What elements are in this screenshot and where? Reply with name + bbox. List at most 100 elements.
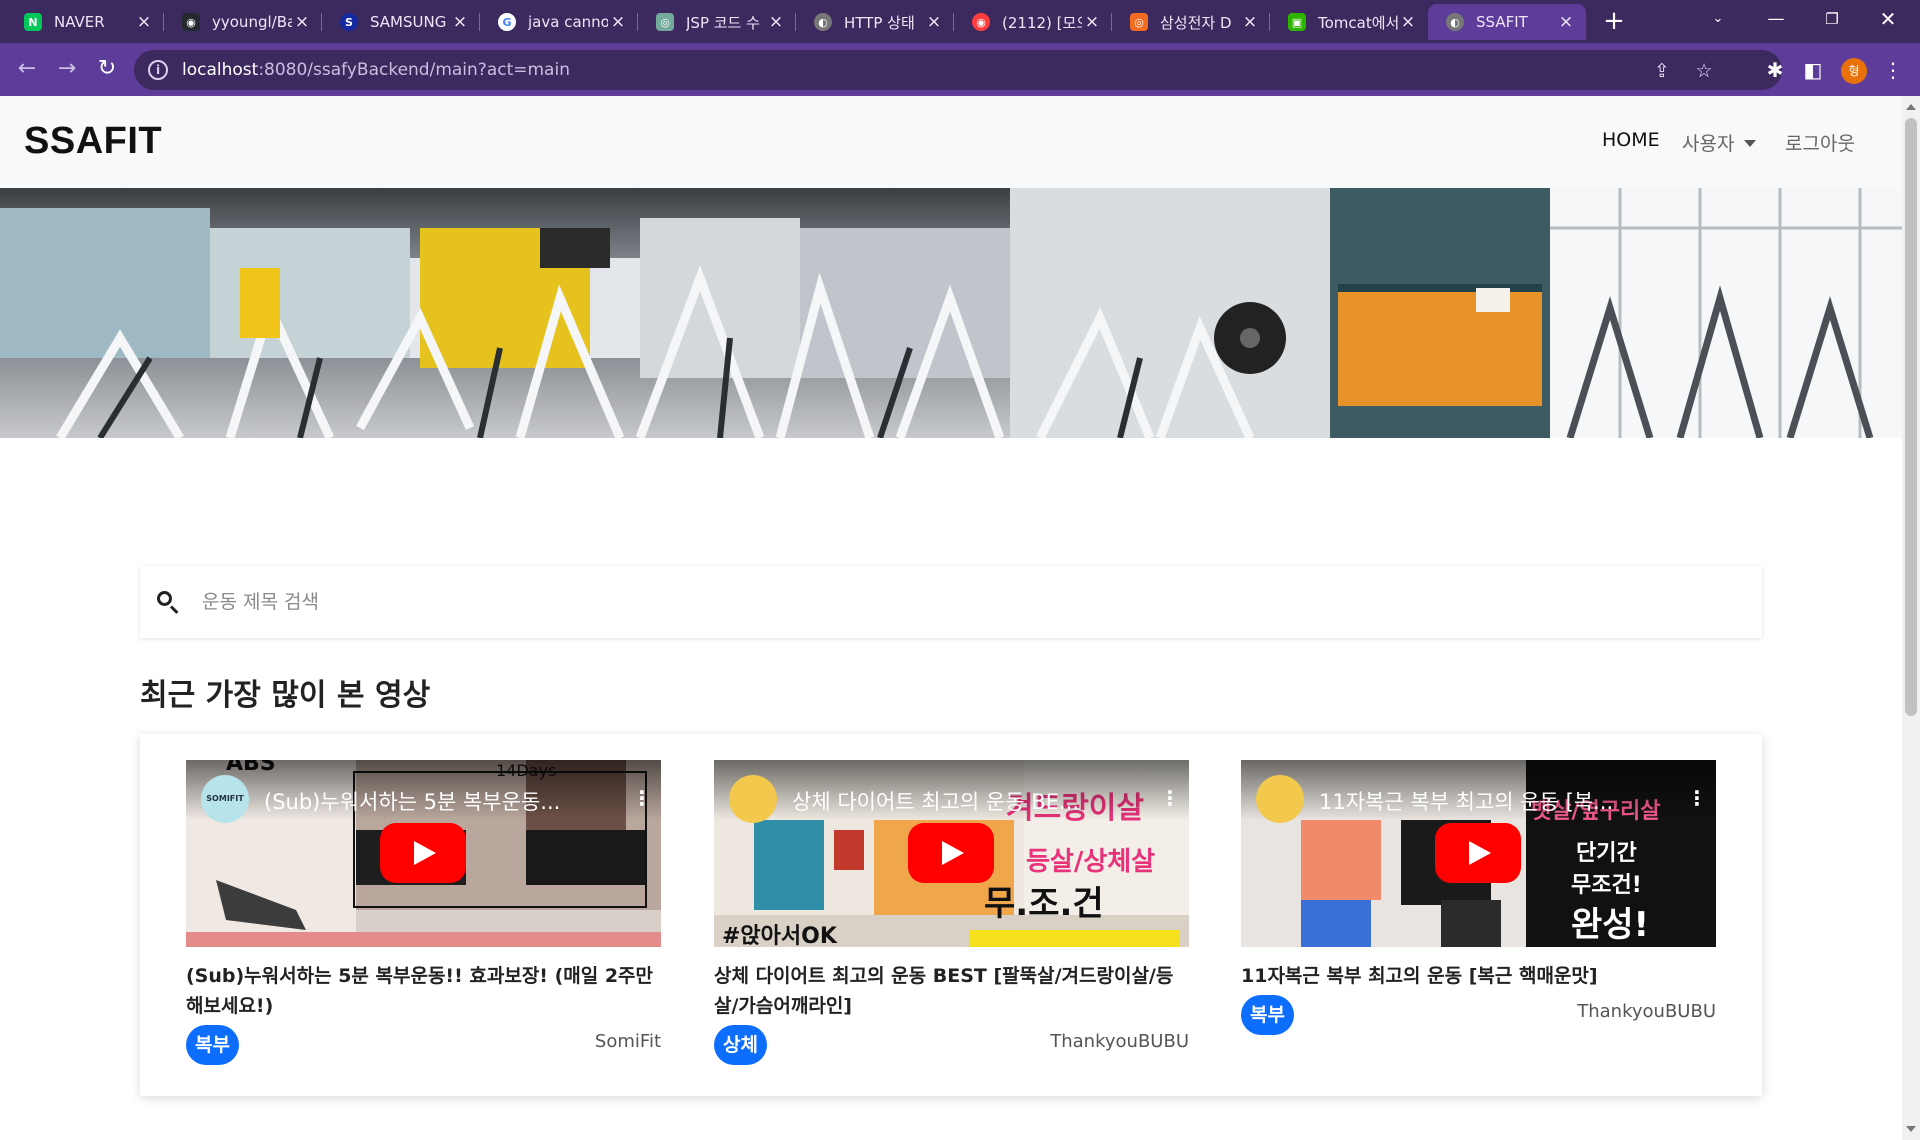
nav-user-dropdown[interactable]: 사용자 xyxy=(1682,129,1757,156)
new-tab-button[interactable]: + xyxy=(1598,6,1630,38)
channel-avatar[interactable]: SOMIFIT xyxy=(201,775,249,823)
browser-tab-active[interactable]: ◐ SSAFIT × xyxy=(1428,4,1586,40)
caret-down-icon xyxy=(1744,140,1757,147)
part-badge: 복부 xyxy=(186,1025,239,1065)
close-tab-icon[interactable]: × xyxy=(1082,12,1102,32)
browser-tab[interactable]: ◉ yyoungl/Ba × xyxy=(164,4,322,40)
side-panel-icon[interactable]: ◧ xyxy=(1800,57,1826,83)
naver-icon: N xyxy=(24,13,42,31)
video-title[interactable]: 11자복근 복부 최고의 운동 [복근 핵매운맛] xyxy=(1241,961,1716,991)
close-tab-icon[interactable]: × xyxy=(1240,12,1260,32)
video-item: 14Days ABS SOMIFIT (Sub)누워서하는 5분 복부운동...… xyxy=(186,760,661,1069)
nav-home-link[interactable]: HOME xyxy=(1602,129,1660,151)
browser-tab[interactable]: ◉ (2112) [모으 × xyxy=(954,4,1112,40)
channel-name: ThankyouBUBU xyxy=(1050,1031,1189,1052)
channel-name: SomiFit xyxy=(594,1031,661,1052)
bookmark-star-icon[interactable]: ☆ xyxy=(1692,59,1716,83)
url-path: :8080/ssafyBackend/main?act=main xyxy=(258,60,570,80)
browser-tab[interactable]: ◎ JSP 코드 수 × xyxy=(638,4,796,40)
restore-icon[interactable]: ❐ xyxy=(1806,4,1858,36)
tab-title: NAVER xyxy=(54,13,105,31)
browser-tab[interactable]: ◐ HTTP 상태 × xyxy=(796,4,954,40)
forward-icon[interactable]: → xyxy=(52,55,82,85)
page-viewport: SSAFIT HOME 사용자 로그아웃 운동 제목 검색 최근 가장 많이 본… xyxy=(0,96,1902,1140)
github-icon: ◉ xyxy=(182,13,200,31)
browser-tab-strip: N NAVER × ◉ yyoungl/Ba × S SAMSUNG × G j… xyxy=(0,0,1920,43)
svg-text:무조건!: 무조건! xyxy=(1571,873,1642,898)
youtube-play-icon[interactable] xyxy=(1435,823,1521,883)
tab-title: JSP 코드 수 xyxy=(686,13,760,32)
section-title: 최근 가장 많이 본 영상 xyxy=(140,678,431,713)
profile-avatar[interactable]: 형 xyxy=(1841,58,1867,84)
channel-avatar[interactable] xyxy=(1256,775,1304,823)
tab-title: yyoungl/Ba xyxy=(212,13,292,31)
embed-title[interactable]: (Sub)누워서하는 5분 복부운동... xyxy=(264,786,614,816)
nav-user-label: 사용자 xyxy=(1682,133,1735,155)
tab-title: SAMSUNG xyxy=(370,13,447,31)
video-item: 겨드랑이살 등살/상체살 무.조.건 #앉아서OK 상체 다이어트 최고의 운동… xyxy=(714,760,1189,1069)
youtube-play-icon[interactable] xyxy=(380,823,466,883)
url-host: localhost xyxy=(182,60,259,80)
browser-tab[interactable]: N NAVER × xyxy=(6,4,164,40)
scroll-up-icon[interactable] xyxy=(1906,104,1916,110)
browser-tab[interactable]: ◎ 삼성전자 D × xyxy=(1112,4,1270,40)
video-embed[interactable]: 14Days ABS SOMIFIT (Sub)누워서하는 5분 복부운동...… xyxy=(186,760,661,947)
globe-icon: ◐ xyxy=(814,13,832,31)
video-embed[interactable]: 뱃살/옆구리살 단기간 무조건! 완성! 11자복근 복부 최고의 운동 [복.… xyxy=(1241,760,1716,947)
tab-title: 삼성전자 D xyxy=(1160,13,1232,32)
recording-icon: ◉ xyxy=(972,13,990,31)
video-embed[interactable]: 겨드랑이살 등살/상체살 무.조.건 #앉아서OK 상체 다이어트 최고의 운동… xyxy=(714,760,1189,947)
back-icon[interactable]: ← xyxy=(12,55,42,85)
browser-tab[interactable]: S SAMSUNG × xyxy=(322,4,480,40)
close-tab-icon[interactable]: × xyxy=(1398,12,1418,32)
channel-avatar[interactable] xyxy=(729,775,777,823)
video-title[interactable]: (Sub)누워서하는 5분 복부운동!! 효과보장! (매일 2주만 해보세요!… xyxy=(186,961,661,1021)
site-navbar: SSAFIT HOME 사용자 로그아웃 xyxy=(0,96,1902,188)
part-badge: 복부 xyxy=(1241,995,1294,1035)
svg-text:완성!: 완성! xyxy=(1571,905,1649,945)
more-options-icon[interactable]: ⋮ xyxy=(1160,786,1180,810)
popular-videos-card: 14Days ABS SOMIFIT (Sub)누워서하는 5분 복부운동...… xyxy=(140,734,1762,1096)
tab-title: HTTP 상태 xyxy=(844,13,915,32)
search-bar[interactable] xyxy=(140,566,1762,638)
reload-icon[interactable]: ↻ xyxy=(92,55,122,85)
share-icon[interactable]: ⇪ xyxy=(1650,59,1674,83)
close-tab-icon[interactable]: × xyxy=(608,12,628,32)
gym-illustration xyxy=(0,188,1902,438)
close-tab-icon[interactable]: × xyxy=(1556,12,1576,32)
tab-search-icon[interactable]: ⌄ xyxy=(1692,4,1744,36)
menu-kebab-icon[interactable]: ⋮ xyxy=(1880,57,1906,83)
more-options-icon[interactable]: ⋮ xyxy=(1687,786,1707,810)
nav-logout-link[interactable]: 로그아웃 xyxy=(1785,129,1855,156)
svg-text:단기간: 단기간 xyxy=(1576,841,1637,866)
chatgpt-icon: ◎ xyxy=(656,13,674,31)
tab-title: (2112) [모으 xyxy=(1002,13,1082,32)
youtube-play-icon[interactable] xyxy=(908,823,994,883)
close-tab-icon[interactable]: × xyxy=(766,12,786,32)
page-scrollbar[interactable] xyxy=(1902,96,1920,1140)
svg-text:무.조.건: 무.조.건 xyxy=(984,884,1104,924)
address-bar[interactable]: i localhost:8080/ssafyBackend/main?act=m… xyxy=(134,50,1782,90)
embed-title[interactable]: 11자복근 복부 최고의 운동 [복... xyxy=(1319,786,1669,816)
close-tab-icon[interactable]: × xyxy=(924,12,944,32)
minimize-icon[interactable]: — xyxy=(1750,4,1802,36)
tab-title: SSAFIT xyxy=(1476,13,1528,31)
close-tab-icon[interactable]: × xyxy=(450,12,470,32)
more-options-icon[interactable]: ⋮ xyxy=(632,786,652,810)
scrollbar-thumb[interactable] xyxy=(1905,118,1917,716)
site-info-icon[interactable]: i xyxy=(148,60,168,80)
video-title[interactable]: 상체 다이어트 최고의 운동 BEST [팔뚝살/겨드랑이살/등살/가슴어깨라인… xyxy=(714,961,1189,1021)
embed-title[interactable]: 상체 다이어트 최고의 운동 BE... xyxy=(792,786,1142,816)
close-tab-icon[interactable]: × xyxy=(292,12,312,32)
site-brand[interactable]: SSAFIT xyxy=(24,120,162,163)
search-input[interactable] xyxy=(202,591,1702,613)
close-tab-icon[interactable]: × xyxy=(134,12,154,32)
browser-tab[interactable]: G java cannot × xyxy=(480,4,638,40)
scroll-down-icon[interactable] xyxy=(1906,1126,1916,1132)
svg-text:#앉아서OK: #앉아서OK xyxy=(722,924,838,947)
close-window-icon[interactable]: ✕ xyxy=(1862,4,1914,36)
browser-toolbar: ← → ↻ i localhost:8080/ssafyBackend/main… xyxy=(0,43,1920,96)
extensions-icon[interactable]: ✱ xyxy=(1762,57,1788,83)
blog-icon: ▣ xyxy=(1288,13,1306,31)
browser-tab[interactable]: ▣ Tomcat에서 × xyxy=(1270,4,1428,40)
